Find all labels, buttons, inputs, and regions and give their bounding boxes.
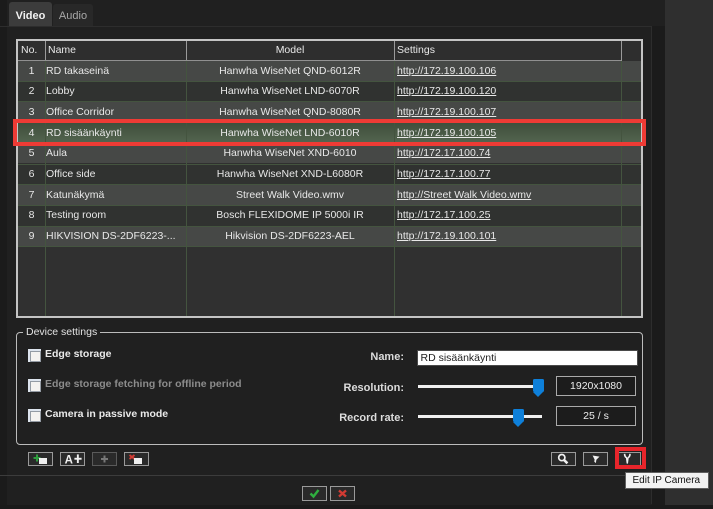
svg-text:A: A	[65, 454, 73, 465]
